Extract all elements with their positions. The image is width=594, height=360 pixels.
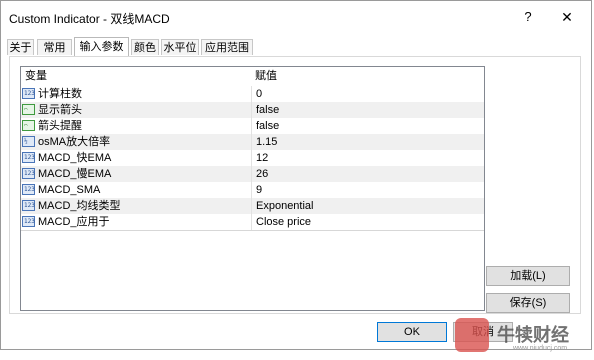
boolean-icon: ⌒	[22, 104, 35, 115]
header-value: 赋值	[255, 70, 277, 82]
param-value[interactable]: 9	[251, 182, 481, 198]
integer-icon: 123	[22, 152, 35, 163]
param-value[interactable]: 1.15	[251, 134, 481, 150]
boolean-icon: ⌒	[22, 120, 35, 131]
tab-common[interactable]: 常用	[37, 39, 72, 55]
table-row[interactable]: ⌒ 显示箭头 false	[21, 102, 484, 118]
grid-header: 变量 赋值	[21, 68, 484, 84]
table-row[interactable]: 123 MACD_应用于 Close price	[21, 214, 484, 231]
param-name: 显示箭头	[38, 104, 82, 116]
double-icon: ½	[22, 136, 35, 147]
tab-about[interactable]: 关于	[7, 39, 34, 55]
param-value[interactable]: false	[251, 118, 481, 134]
indicator-dialog: Custom Indicator - 双线MACD ? ✕ 关于 常用 输入参数…	[0, 0, 592, 350]
tab-levels[interactable]: 水平位	[161, 39, 199, 55]
tab-inputs[interactable]: 输入参数	[74, 37, 129, 56]
table-row[interactable]: 123 MACD_均线类型 Exponential	[21, 198, 484, 214]
watermark-url: www.niuducj.com	[513, 345, 568, 352]
param-name: osMA放大倍率	[38, 136, 111, 148]
param-value[interactable]: 12	[251, 150, 481, 166]
watermark-logo: 牛犊财经 www.niuducj.com	[455, 318, 590, 352]
inputs-panel: 变量 赋值 123 计算柱数 0 ⌒ 显示箭头 false ⌒ 箭头提醒 fal…	[9, 56, 581, 314]
param-name: MACD_快EMA	[38, 152, 112, 164]
param-value[interactable]: 0	[251, 86, 481, 102]
table-row[interactable]: 123 MACD_慢EMA 26	[21, 166, 484, 182]
param-name: 计算柱数	[38, 88, 82, 100]
param-name: 箭头提醒	[38, 120, 82, 132]
window-title: Custom Indicator - 双线MACD	[9, 12, 170, 26]
header-variable: 变量	[25, 70, 47, 82]
param-value[interactable]: false	[251, 102, 481, 118]
param-value[interactable]: 26	[251, 166, 481, 182]
table-row[interactable]: 123 计算柱数 0	[21, 86, 484, 102]
save-button[interactable]: 保存(S)	[486, 293, 570, 313]
param-name: MACD_均线类型	[38, 200, 121, 212]
tab-visualization[interactable]: 应用范围	[201, 39, 253, 55]
integer-icon: 123	[22, 216, 35, 227]
ok-button[interactable]: OK	[377, 322, 447, 342]
load-button[interactable]: 加载(L)	[486, 266, 570, 286]
integer-icon: 123	[22, 168, 35, 179]
integer-icon: 123	[22, 88, 35, 99]
param-value[interactable]: Close price	[251, 214, 481, 230]
param-name: MACD_SMA	[38, 184, 101, 196]
close-button[interactable]: ✕	[556, 6, 578, 28]
tab-colors[interactable]: 颜色	[131, 39, 159, 55]
parameters-grid: 变量 赋值 123 计算柱数 0 ⌒ 显示箭头 false ⌒ 箭头提醒 fal…	[20, 66, 485, 311]
table-row[interactable]: 123 MACD_快EMA 12	[21, 150, 484, 166]
table-row[interactable]: ½ osMA放大倍率 1.15	[21, 134, 484, 150]
watermark-text: 牛犊财经	[497, 325, 569, 346]
param-name: MACD_应用于	[38, 216, 110, 228]
title-bar: Custom Indicator - 双线MACD ? ✕	[1, 1, 591, 33]
param-value[interactable]: Exponential	[251, 198, 481, 214]
bull-logo-icon	[455, 318, 489, 352]
help-button[interactable]: ?	[517, 6, 539, 28]
param-name: MACD_慢EMA	[38, 168, 112, 180]
integer-icon: 123	[22, 184, 35, 195]
table-row[interactable]: 123 MACD_SMA 9	[21, 182, 484, 198]
table-row[interactable]: ⌒ 箭头提醒 false	[21, 118, 484, 134]
integer-icon: 123	[22, 200, 35, 211]
